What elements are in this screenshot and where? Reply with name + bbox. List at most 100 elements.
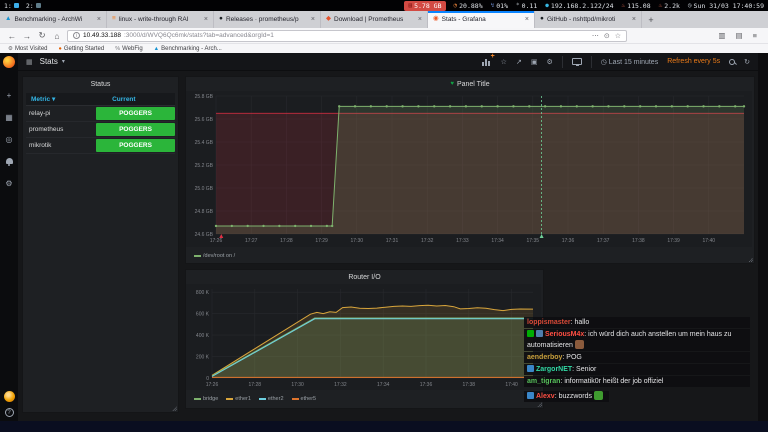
dashboard-title[interactable]: Stats — [40, 57, 58, 66]
refresh-interval[interactable]: Refresh every 5s — [667, 58, 720, 65]
column-header-current[interactable]: Current — [112, 96, 173, 103]
table-row[interactable]: mikrotik POGGERS — [26, 138, 175, 154]
tab-close-icon[interactable]: × — [525, 16, 529, 23]
menu-icon[interactable]: ≡ — [753, 31, 757, 40]
status-table-panel[interactable]: Status Metric ▾ Current relay-pi POGGERS p… — [22, 76, 179, 413]
legend-item[interactable]: ether5 — [291, 396, 316, 402]
tab-close-icon[interactable]: × — [632, 16, 636, 23]
current-cell: POGGERS — [96, 139, 175, 152]
create-icon[interactable]: + — [0, 84, 18, 106]
time-range-picker[interactable]: ◷ Last 15 minutes — [601, 58, 658, 66]
status-module: ▤ 5.78 GB — [404, 0, 446, 11]
tab[interactable]: ≡ linux - write-through RAI × — [107, 11, 214, 28]
star-icon[interactable]: ☆ — [501, 58, 507, 66]
help-icon[interactable]: ? — [4, 408, 14, 417]
legend-item[interactable]: ether2 — [258, 396, 284, 402]
bookmark-item[interactable]: % WebFig — [115, 46, 142, 52]
workspace-button[interactable]: 1: — [4, 2, 19, 10]
tab-close-icon[interactable]: × — [204, 16, 208, 23]
site-info-icon[interactable]: i — [73, 32, 80, 39]
svg-text:400 K: 400 K — [196, 333, 210, 339]
toolbar-icons: ▥ ▤ ≡ — [718, 31, 761, 40]
tab-title: linux - write-through RAI — [118, 16, 189, 23]
tab-active[interactable]: ◉ Stats - Grafana × — [428, 11, 535, 28]
status-module-value: 01% — [496, 1, 508, 10]
svg-text:17:36: 17:36 — [420, 382, 433, 388]
refresh-icon[interactable]: ↻ — [744, 58, 750, 66]
svg-text:17:26: 17:26 — [206, 382, 219, 388]
column-header-metric[interactable]: Metric ▾ — [28, 95, 112, 103]
zoom-out-icon[interactable] — [729, 58, 736, 65]
table-row[interactable]: relay-pi POGGERS — [26, 106, 175, 122]
tab[interactable]: ◆ Download | Prometheus × — [321, 11, 428, 28]
archlinux-icon: ▲ — [5, 15, 12, 23]
page-actions-icon[interactable]: ⋯ — [592, 32, 599, 40]
tab-title: Releases · prometheus/p — [225, 16, 299, 23]
alerting-icon[interactable] — [0, 150, 18, 172]
forward-button[interactable]: → — [22, 31, 32, 41]
home-button[interactable]: ⌂ — [52, 31, 62, 41]
dashboards-icon[interactable]: ▦ — [0, 106, 18, 128]
legend-color-dash — [194, 398, 201, 400]
svg-text:17:30: 17:30 — [291, 382, 304, 388]
chart-legend[interactable]: /dev/root on / — [186, 252, 754, 260]
share-icon[interactable]: ↗ — [516, 58, 522, 66]
dashboard-caret-icon[interactable]: ▾ — [62, 58, 65, 65]
sidebar-icon[interactable]: ▤ — [736, 31, 743, 40]
panel-title[interactable]: Status — [23, 77, 178, 91]
tab-close-icon[interactable]: × — [97, 16, 101, 23]
router-io-chart[interactable]: 0200 K400 K600 K800 K17:26 17:28 17:30 17:3… — [186, 284, 541, 390]
library-icon[interactable]: ▥ — [718, 31, 725, 40]
url-bar[interactable]: i 10.49.33.188 :3000/d/WVQ6Qc6mk/stats?t… — [67, 29, 627, 42]
svg-text:17:39: 17:39 — [667, 238, 680, 244]
legend-label: ether2 — [267, 396, 284, 402]
chat-username[interactable]: SeriousM4x — [545, 331, 584, 338]
back-button[interactable]: ← — [7, 31, 17, 41]
legend-item[interactable]: ether1 — [226, 396, 251, 402]
chat-username[interactable]: loppismaster — [527, 319, 571, 326]
workspace-list[interactable]: 1: 2: — [4, 2, 41, 10]
add-panel-icon[interactable] — [481, 53, 495, 66]
configuration-icon[interactable]: ⚙ — [0, 172, 18, 194]
chat-username[interactable]: ZargorNET — [536, 366, 572, 373]
chart-legend[interactable]: bridge ether1 ether2 ether5 — [186, 395, 543, 403]
disk-usage-panel[interactable]: ♥ Panel Title 24.6 GB 24.8 GB 25.0 GB 25.2 … — [185, 76, 755, 264]
panel-title[interactable]: Router I/O — [186, 270, 543, 284]
chat-username[interactable]: Alexv — [536, 393, 555, 400]
settings-icon[interactable]: ⚙ — [546, 58, 552, 66]
reload-button[interactable]: ↻ — [37, 30, 47, 41]
chat-message: ZargorNET: Senior — [524, 364, 750, 375]
explore-icon[interactable]: ◎ — [0, 128, 18, 150]
legend-item[interactable]: /dev/root on / — [194, 253, 235, 259]
svg-text:17:28: 17:28 — [280, 238, 293, 244]
tab[interactable]: ● GitHub - nshttpd/mikroti × — [535, 11, 642, 28]
pocket-icon[interactable]: ⊙ — [604, 32, 610, 40]
save-icon[interactable]: ▣ — [531, 58, 538, 66]
grafana-logo-icon[interactable] — [3, 56, 15, 68]
cycle-view-icon[interactable] — [571, 58, 582, 66]
chat-username[interactable]: am_tigran — [527, 378, 560, 385]
bookmark-star-icon[interactable]: ☆ — [615, 32, 621, 40]
tab[interactable]: ● Releases · prometheus/p × — [214, 11, 321, 28]
panel-title[interactable]: ♥ Panel Title — [186, 77, 754, 91]
bookmark-item[interactable]: ▲ Benchmarking - Arch... — [154, 46, 222, 52]
tab-title: Download | Prometheus — [334, 16, 404, 23]
user-avatar[interactable] — [3, 391, 15, 402]
tab-close-icon[interactable]: × — [311, 16, 315, 23]
bookmark-item[interactable]: ● Getting Started — [59, 46, 105, 52]
tab[interactable]: ▲ Benchmarking - ArchWi × — [0, 11, 107, 28]
workspace-button[interactable]: 2: — [26, 2, 41, 10]
status-module: ◔ 20.88% — [454, 2, 483, 10]
battery-icon: ↯ — [490, 2, 495, 9]
legend-item[interactable]: bridge — [194, 396, 218, 402]
table-row[interactable]: prometheus POGGERS — [26, 122, 175, 138]
svg-text:17:35: 17:35 — [527, 238, 540, 244]
bookmark-item[interactable]: ⚙ Most Visited — [8, 46, 48, 52]
router-io-panel[interactable]: Router I/O 0 200 K 400 K 600 K 800 K 17:26 17:… — [185, 269, 544, 409]
disk-usage-chart[interactable]: 24.6 GB24.8 GB25.0 GB25.2 GB25.4 GB25.6 … — [186, 91, 752, 247]
sort-caret-icon: ▾ — [51, 96, 56, 103]
new-tab-button[interactable]: + — [642, 11, 660, 28]
chat-username[interactable]: aenderboy — [527, 354, 562, 361]
scrollbar[interactable] — [758, 53, 768, 421]
tab-close-icon[interactable]: × — [418, 16, 422, 23]
